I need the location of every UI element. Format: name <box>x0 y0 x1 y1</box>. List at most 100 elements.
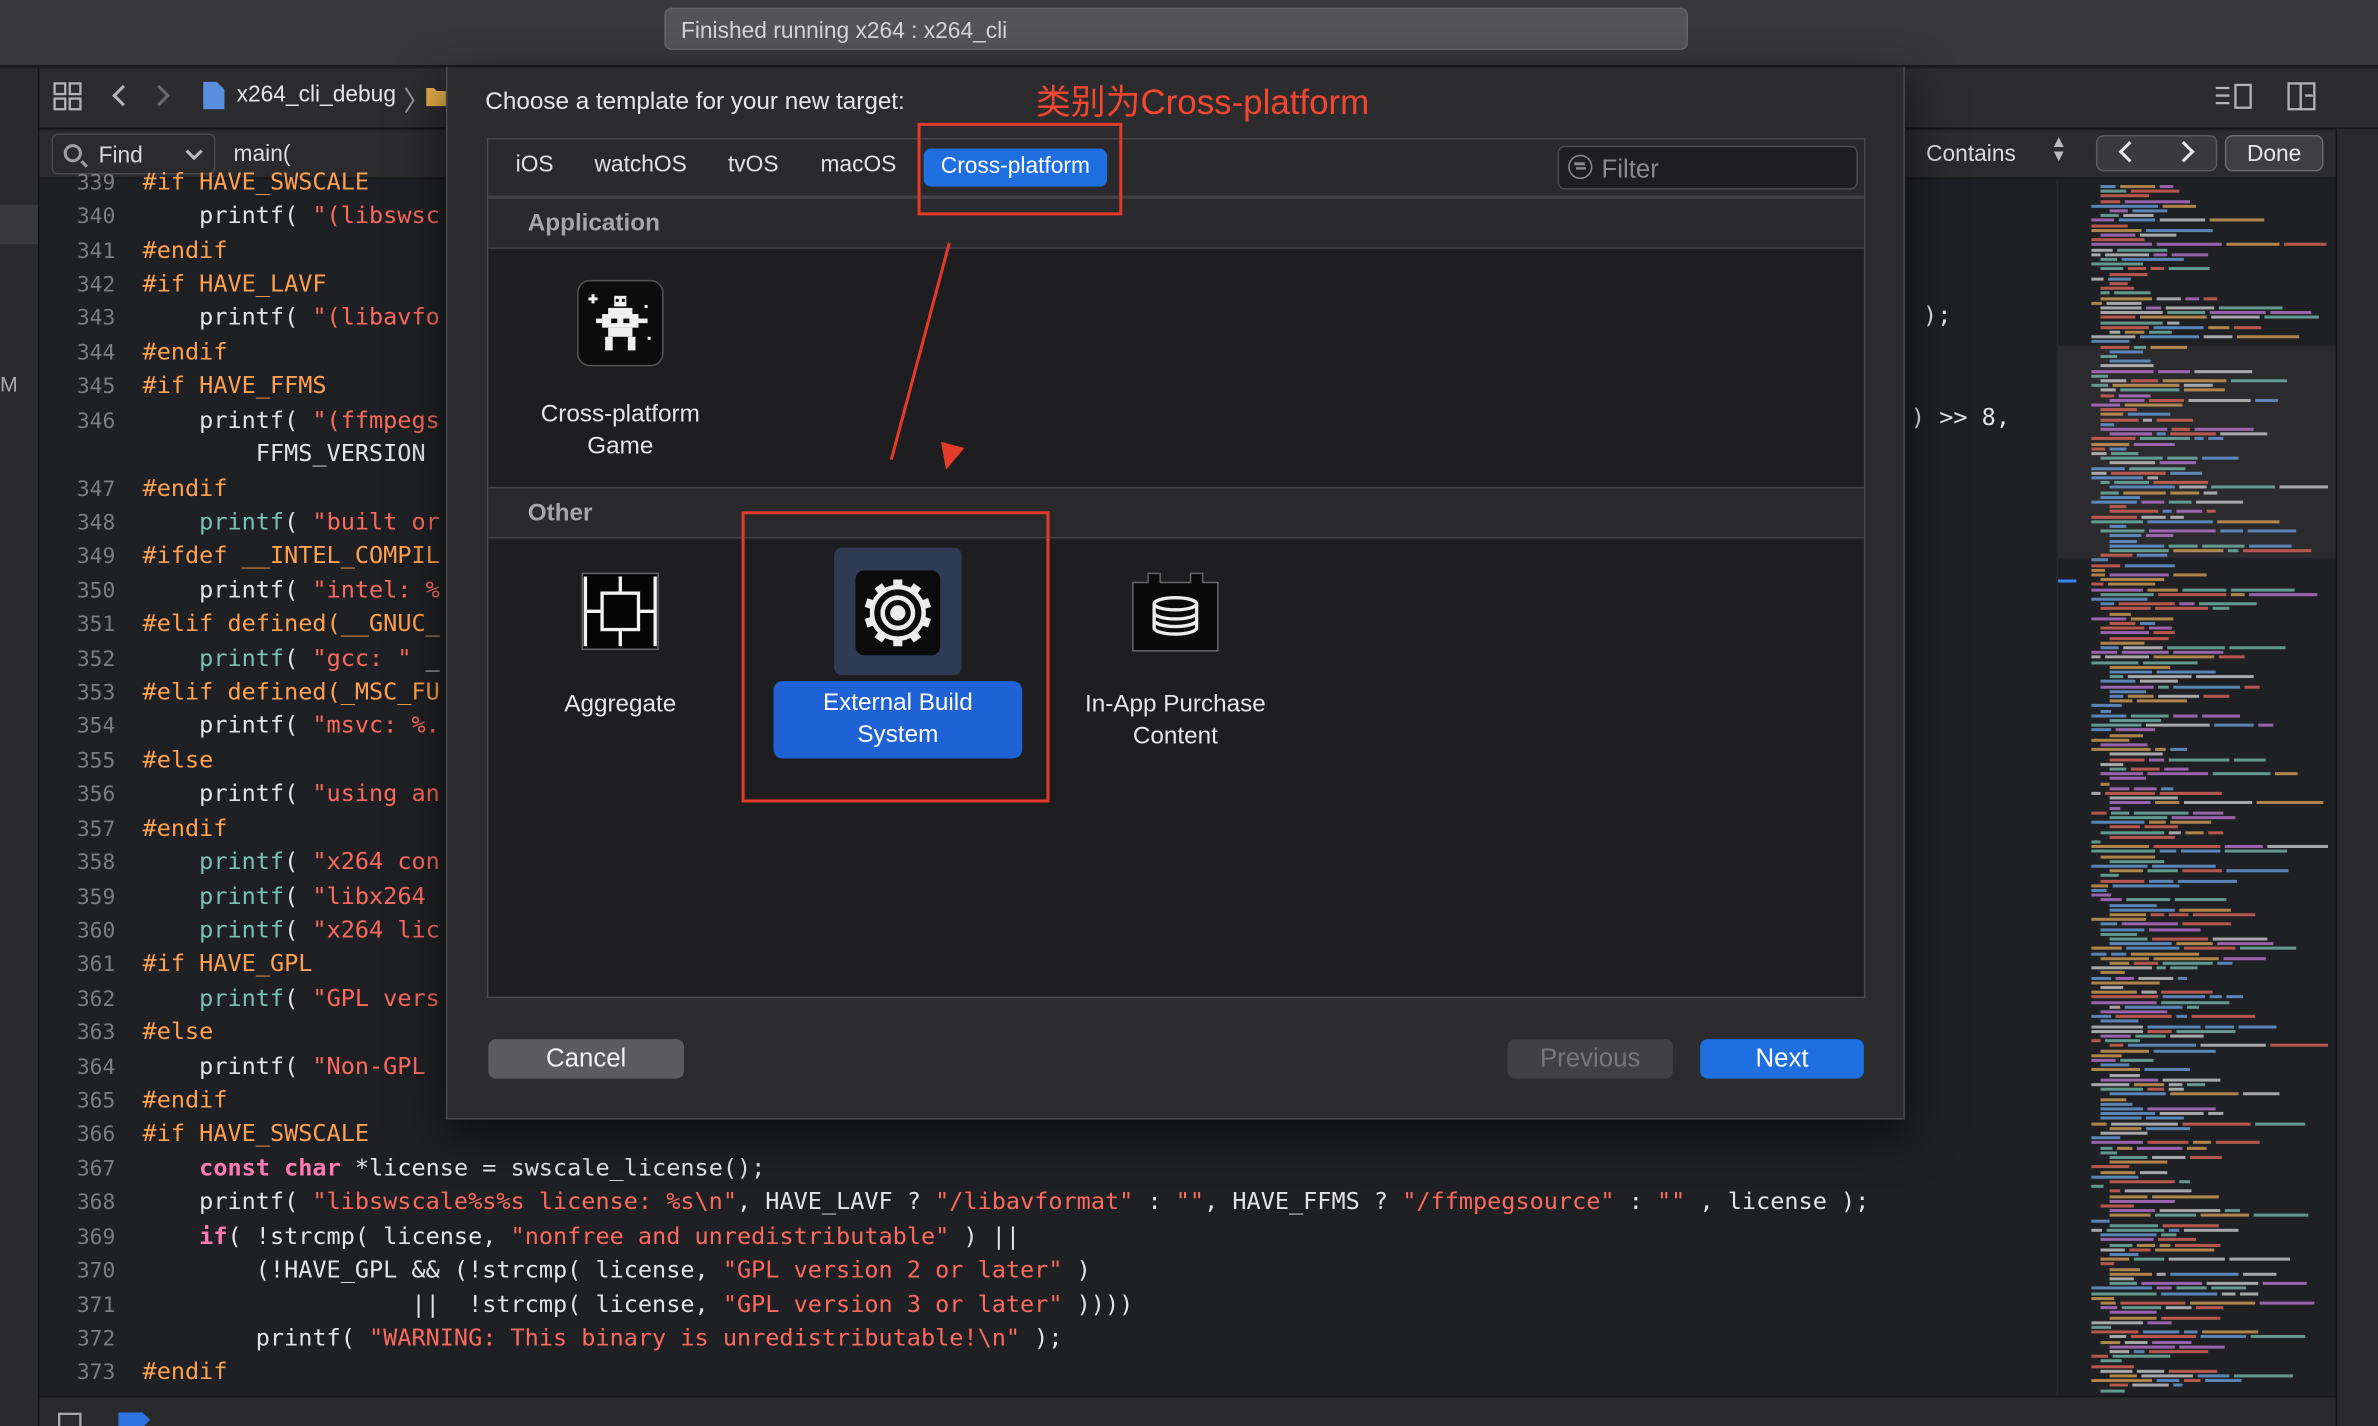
minimap-line <box>2191 1015 2256 1019</box>
minimap-line <box>2130 767 2160 771</box>
next-button[interactable]: Next <box>1700 1039 1864 1079</box>
minimap-line <box>2091 515 2137 519</box>
minimap-line <box>2136 1243 2156 1247</box>
minimap-line <box>2177 976 2187 980</box>
minimap-line <box>2091 243 2153 247</box>
minimap-line <box>2182 587 2227 592</box>
minimap-line <box>2212 607 2230 611</box>
hide-debug-area-icon[interactable] <box>58 1412 82 1426</box>
minimap-line <box>2159 1209 2221 1213</box>
aggregate-icon[interactable] <box>581 572 660 651</box>
minimap-line <box>2217 961 2233 965</box>
minimap-line <box>2162 204 2197 208</box>
minimap-line <box>2145 228 2213 232</box>
in-app-purchase-icon[interactable] <box>1131 570 1219 652</box>
minimap-line <box>2100 393 2115 397</box>
minimap-line <box>2091 952 2107 956</box>
navigator-glyph: M <box>0 371 18 396</box>
minimap-line <box>2212 937 2268 941</box>
tab-ios[interactable]: iOS <box>516 152 554 178</box>
game-icon[interactable] <box>576 279 664 367</box>
minimap-line <box>2133 442 2175 446</box>
minimap-line <box>2100 927 2145 931</box>
minimap-line <box>2123 490 2166 494</box>
minimap-line <box>2109 942 2172 946</box>
minimap-line <box>2189 1155 2222 1159</box>
minimap-line <box>2124 1189 2192 1193</box>
tab-watchos[interactable]: watchOS <box>595 152 687 178</box>
minimap[interactable] <box>2056 179 2338 1396</box>
template-cross-platform-game[interactable]: Cross-platform Game <box>500 399 740 463</box>
minimap-line <box>2100 685 2154 689</box>
tab-macos[interactable]: macOS <box>820 152 896 178</box>
minimap-line <box>2168 1228 2180 1232</box>
line-number: 358 <box>76 851 116 876</box>
minimap-line <box>2161 787 2174 791</box>
minimap-line <box>2149 757 2165 761</box>
minimap-line <box>2227 549 2239 553</box>
code-line: #endif <box>142 338 228 366</box>
minimap-line <box>2091 1029 2143 1033</box>
minimap-line <box>2091 1296 2115 1300</box>
minimap-line <box>2091 1219 2110 1223</box>
minimap-line <box>2100 1301 2116 1305</box>
minimap-line <box>2100 762 2124 766</box>
minimap-line <box>2109 757 2145 761</box>
cancel-button[interactable]: Cancel <box>488 1039 684 1079</box>
related-items-icon[interactable] <box>53 82 83 112</box>
minimap-line <box>2109 461 2156 465</box>
breadcrumb-scheme[interactable]: x264_cli_debug <box>237 82 396 108</box>
line-number: 355 <box>76 749 116 774</box>
minimap-line <box>2109 1335 2127 1339</box>
minimap-line <box>2091 500 2137 504</box>
minimap-line <box>2109 1267 2140 1271</box>
template-in-app-purchase-content[interactable]: In-App Purchase Content <box>1059 689 1293 753</box>
add-editor-icon[interactable] <box>2287 82 2317 112</box>
match-mode-popup[interactable]: Contains <box>1926 141 2016 167</box>
tab-tvos[interactable]: tvOS <box>728 152 779 178</box>
minimap-line <box>2091 811 2107 815</box>
minimap-line <box>2109 272 2148 276</box>
minimap-line <box>2100 286 2134 291</box>
minimap-line <box>2168 757 2230 761</box>
minimap-line <box>2159 461 2197 465</box>
breakpoint-icon[interactable] <box>118 1412 151 1426</box>
minimap-line <box>2186 1146 2207 1150</box>
minimap-line <box>2091 466 2125 470</box>
minimap-line <box>2109 1350 2130 1354</box>
minimap-line <box>2145 1117 2184 1121</box>
back-icon[interactable] <box>112 84 134 107</box>
code-line: printf( "Non-GPL <box>142 1052 440 1081</box>
code-line: #ifdef __INTEL_COMPIL <box>142 541 440 569</box>
editor-options-icon[interactable] <box>2214 83 2253 110</box>
previous-button[interactable]: Previous <box>1507 1039 1673 1079</box>
template-aggregate[interactable]: Aggregate <box>513 689 728 721</box>
minimap-line <box>2149 529 2216 533</box>
minimap-line <box>2109 510 2159 514</box>
minimap-line <box>2221 1291 2236 1295</box>
minimap-line <box>2243 1092 2280 1096</box>
minimap-line <box>2205 1024 2234 1028</box>
minimap-line <box>2100 1063 2130 1067</box>
done-button[interactable]: Done <box>2224 135 2324 172</box>
inspector-strip <box>2335 128 2378 1426</box>
minimap-line <box>2224 850 2288 854</box>
filter-input[interactable]: Filter <box>1557 145 1858 190</box>
minimap-line <box>2100 1010 2168 1014</box>
minimap-line <box>2233 757 2266 761</box>
code-line: #if HAVE_FFMS <box>142 371 327 399</box>
line-number: 371 <box>76 1294 116 1319</box>
minimap-line <box>2226 869 2289 873</box>
minimap-line <box>2211 486 2275 490</box>
forward-icon[interactable] <box>148 84 170 107</box>
minimap-line <box>2144 825 2178 829</box>
minimap-line <box>2100 345 2130 349</box>
minimap-line <box>2100 1204 2134 1208</box>
find-query-input[interactable]: main( <box>234 141 291 167</box>
minimap-line <box>2109 398 2145 402</box>
minimap-line <box>2117 1146 2133 1150</box>
minimap-line <box>2176 1015 2187 1019</box>
minimap-line <box>2100 189 2127 193</box>
minimap-line <box>2193 811 2224 815</box>
minimap-line <box>2129 466 2186 470</box>
